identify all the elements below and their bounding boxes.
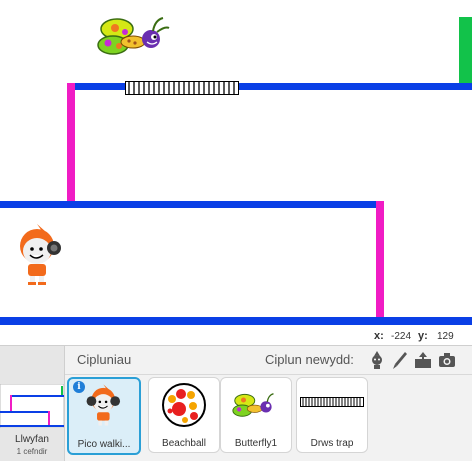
stage-canvas[interactable] — [0, 0, 472, 327]
sprite-tile-pico[interactable]: i Pico walki... — [67, 377, 141, 455]
middle-platform — [0, 201, 383, 208]
x-value: -224 — [391, 331, 412, 342]
sprites-title: Cipluniau — [77, 352, 132, 367]
upload-icon[interactable] — [413, 350, 433, 370]
sprite-name: Drws trap — [310, 438, 354, 449]
sprite-tile-beachball[interactable]: Beachball — [148, 377, 220, 453]
goal-block — [459, 17, 472, 83]
floor-platform — [0, 317, 472, 325]
stage-thumbnail-panel[interactable]: Llwyfan 1 cefndir — [0, 346, 65, 461]
sprite-name: Beachball — [162, 438, 206, 449]
y-label: y: — [418, 330, 428, 342]
butterfly-sprite[interactable] — [95, 12, 175, 60]
sprite-name: Pico walki... — [77, 439, 131, 450]
sprites-header: Cipluniau Ciplun newydd: — [65, 346, 472, 375]
stage-label: Llwyfan — [15, 434, 49, 445]
lower-right-wall — [376, 201, 384, 319]
choose-from-library-icon[interactable] — [367, 350, 387, 370]
upper-left-wall — [67, 83, 75, 203]
camera-icon[interactable] — [437, 350, 457, 370]
sprites-list-panel: Cipluniau Ciplun newydd: i Pico walki...… — [65, 346, 472, 461]
beachball-thumbnail — [162, 383, 206, 427]
pico-thumbnail — [86, 384, 121, 426]
sprite-name: Butterfly1 — [234, 438, 278, 449]
new-sprite-label: Ciplun newydd: — [265, 352, 354, 367]
trap-door-thumbnail — [300, 397, 364, 407]
pico-sprite[interactable] — [10, 222, 66, 288]
sprite-tile-butterfly[interactable]: Butterfly1 — [220, 377, 292, 453]
stage-thumbnail[interactable] — [0, 384, 64, 428]
sprite-tile-trap-door[interactable]: Drws trap — [296, 377, 368, 453]
butterfly-thumbnail — [232, 393, 274, 417]
sprite-pane: Llwyfan 1 cefndir Cipluniau Ciplun newyd… — [0, 346, 472, 461]
trap-door-sprite[interactable] — [125, 81, 239, 95]
backdrop-count: 1 cefndir — [16, 447, 48, 456]
paint-brush-icon[interactable] — [390, 350, 410, 370]
y-value: 129 — [437, 331, 454, 342]
mouse-coordinates: x: -224 y: 129 — [0, 327, 472, 346]
x-label: x: — [374, 330, 384, 342]
